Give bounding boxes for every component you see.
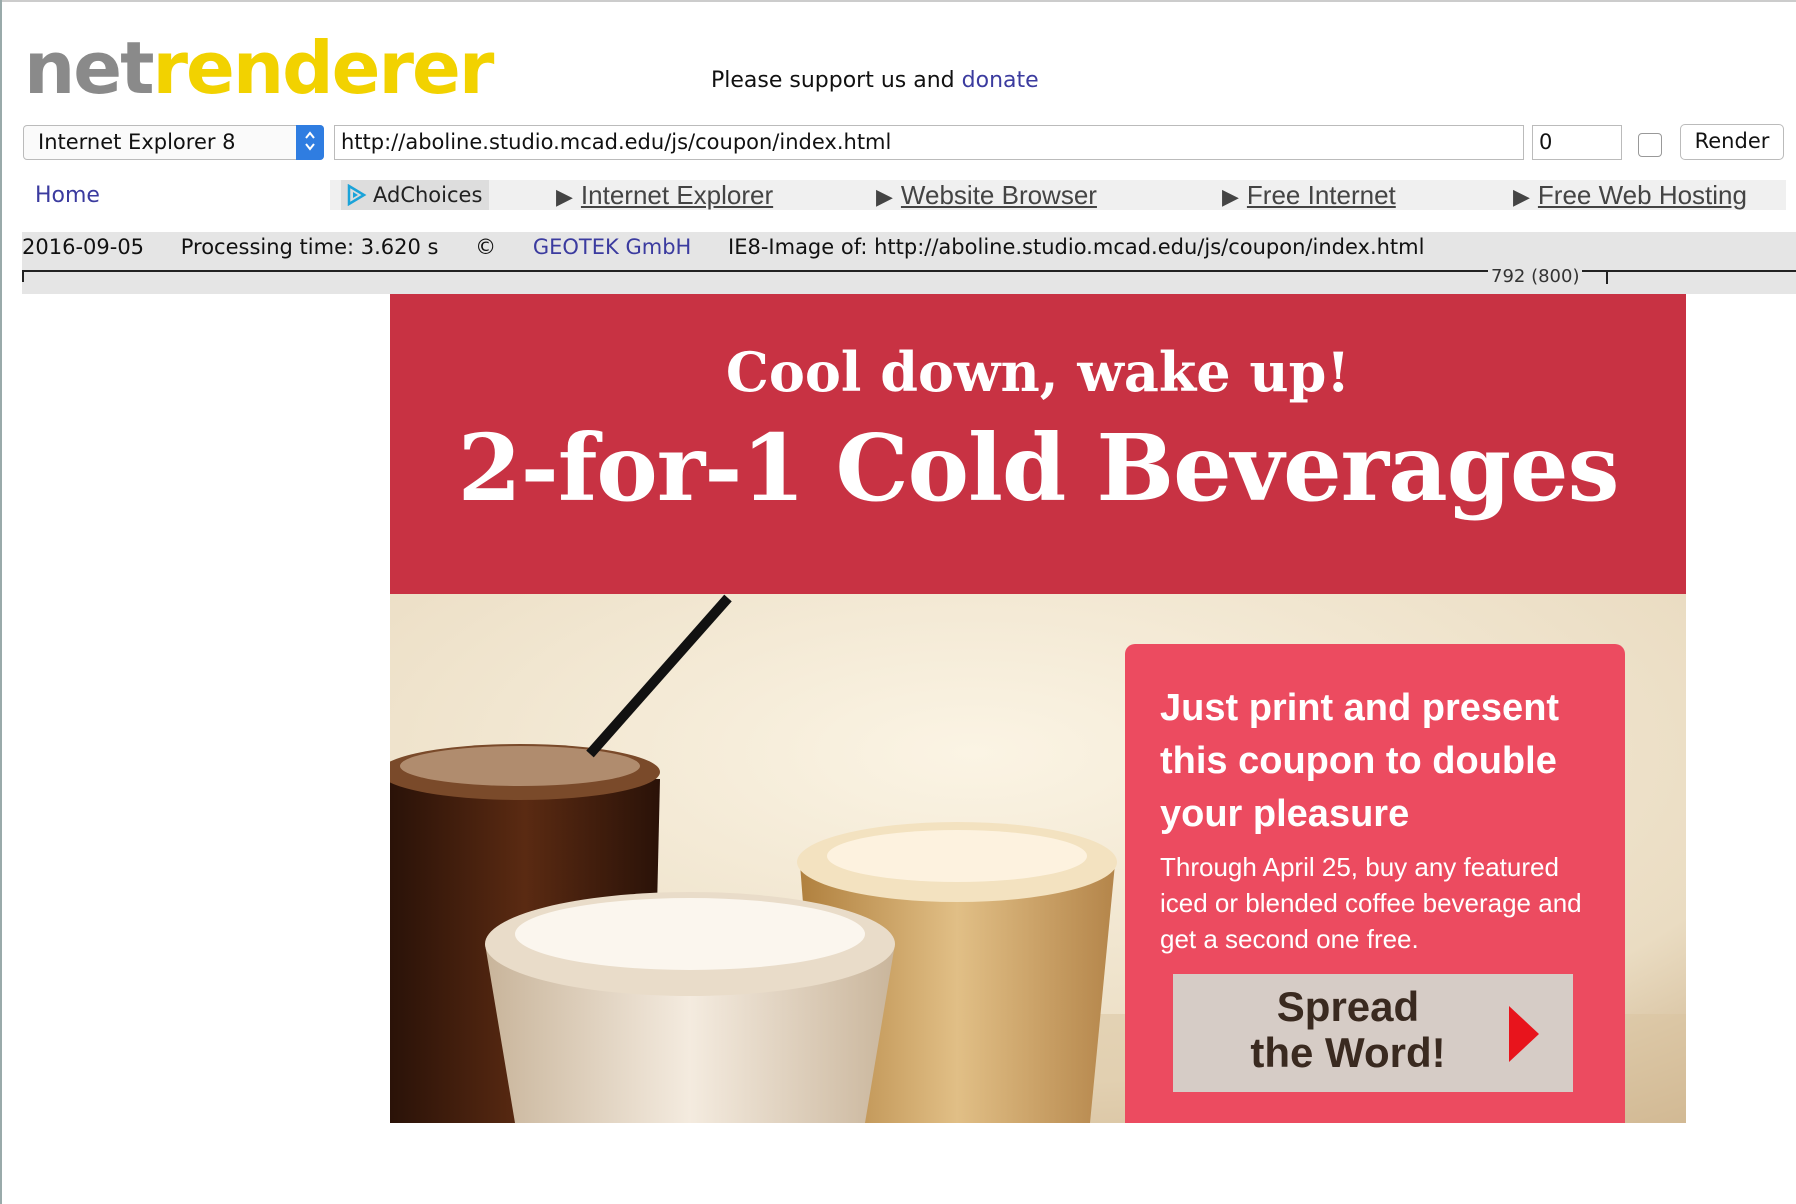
logo-renderer: renderer — [152, 26, 495, 110]
window-left-edge — [0, 0, 2, 1204]
render-date: 2016-09-05 — [22, 235, 145, 259]
coupon-title: 2-for-1 Cold Beverages — [457, 414, 1620, 522]
triangle-right-icon: ▶ — [1513, 184, 1530, 209]
donate-link[interactable]: donate — [962, 68, 1039, 93]
ruler-tick-right — [1606, 270, 1608, 284]
option-checkbox[interactable] — [1638, 133, 1662, 157]
spread-label-line2: the Word! — [1250, 1029, 1446, 1076]
ad-link-label: Internet Explorer — [580, 180, 774, 210]
spread-label-line1: Spread — [1276, 983, 1420, 1030]
triangle-right-icon: ▶ — [1222, 184, 1239, 209]
promo-box: Just print and present this coupon to do… — [1125, 644, 1625, 1123]
processing-time: Processing time: 3.620 s — [180, 235, 439, 259]
copyright-symbol: © — [475, 235, 497, 259]
red-arrow-icon — [1509, 1006, 1539, 1062]
triangle-right-icon: ▶ — [556, 184, 573, 209]
info-text: 2016-09-05 Processing time: 3.620 s © GE… — [22, 235, 1454, 259]
ruler-label: 792 (800) — [1488, 266, 1583, 287]
width-input[interactable]: 0 — [1532, 125, 1622, 160]
ad-link-label: Free Internet — [1246, 180, 1396, 210]
spread-label: Spread the Word! — [1233, 984, 1463, 1076]
ad-link-free-web-hosting[interactable]: ▶ Free Web Hosting — [1513, 180, 1747, 212]
promo-body: Through April 25, buy any featured iced … — [1160, 852, 1582, 954]
render-button[interactable]: Render — [1680, 124, 1784, 160]
coupon-image: Cool down, wake up! 2-for-1 Cold Beverag… — [390, 294, 1686, 1123]
window-top-edge — [0, 0, 1796, 2]
coupon-header: Cool down, wake up! 2-for-1 Cold Beverag… — [390, 294, 1686, 594]
home-link[interactable]: Home — [35, 183, 100, 208]
spread-the-word-button[interactable]: Spread the Word! — [1173, 974, 1573, 1092]
browser-select[interactable]: Internet Explorer 8 — [23, 125, 324, 160]
netrenderer-logo[interactable]: netrenderer — [24, 26, 495, 110]
ruler-tick-left — [22, 270, 24, 282]
browser-select-value: Internet Explorer 8 — [38, 130, 236, 154]
select-arrows-icon — [296, 125, 324, 160]
image-of-text: IE8-Image of: http://aboline.studio.mcad… — [728, 235, 1425, 259]
logo-net: net — [24, 26, 155, 110]
ad-link-label: Website Browser — [900, 180, 1097, 210]
ad-link-internet-explorer[interactable]: ▶ Internet Explorer — [556, 180, 773, 212]
promo-heading: Just print and present this coupon to do… — [1160, 687, 1560, 835]
adchoices-label: AdChoices — [373, 183, 483, 207]
triangle-right-icon: ▶ — [876, 184, 893, 209]
url-input[interactable]: http://aboline.studio.mcad.edu/js/coupon… — [334, 125, 1524, 160]
adchoices-icon — [345, 183, 367, 207]
ad-link-free-internet[interactable]: ▶ Free Internet — [1222, 180, 1396, 212]
adchoices-button[interactable]: AdChoices — [341, 180, 489, 210]
coupon-subtitle: Cool down, wake up! — [725, 340, 1351, 404]
ad-link-label: Free Web Hosting — [1537, 180, 1747, 210]
ad-link-website-browser[interactable]: ▶ Website Browser — [876, 180, 1097, 212]
support-message: Please support us and donate — [711, 68, 1039, 93]
geotek-link[interactable]: GEOTEK GmbH — [533, 235, 691, 259]
support-text: Please support us and — [711, 68, 962, 93]
